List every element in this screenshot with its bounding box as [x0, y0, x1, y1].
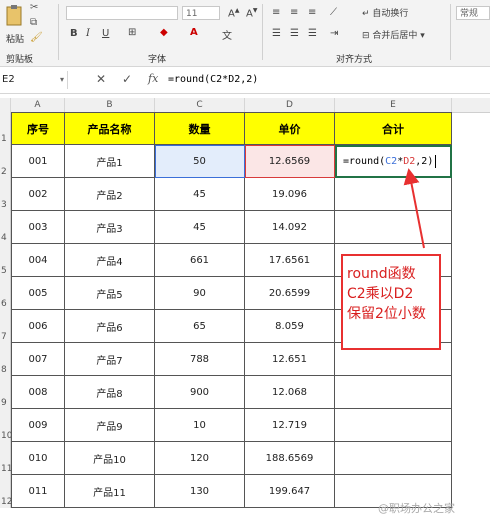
annotation-line1: round函数: [347, 266, 416, 282]
annotation-line2: C2乘以D2: [347, 286, 414, 302]
watermark: @职场办公之家: [378, 502, 455, 515]
annotation-line3: 保留2位小数: [347, 306, 426, 322]
annotation-callout: round函数 C2乘以D2 保留2位小数: [341, 254, 441, 350]
